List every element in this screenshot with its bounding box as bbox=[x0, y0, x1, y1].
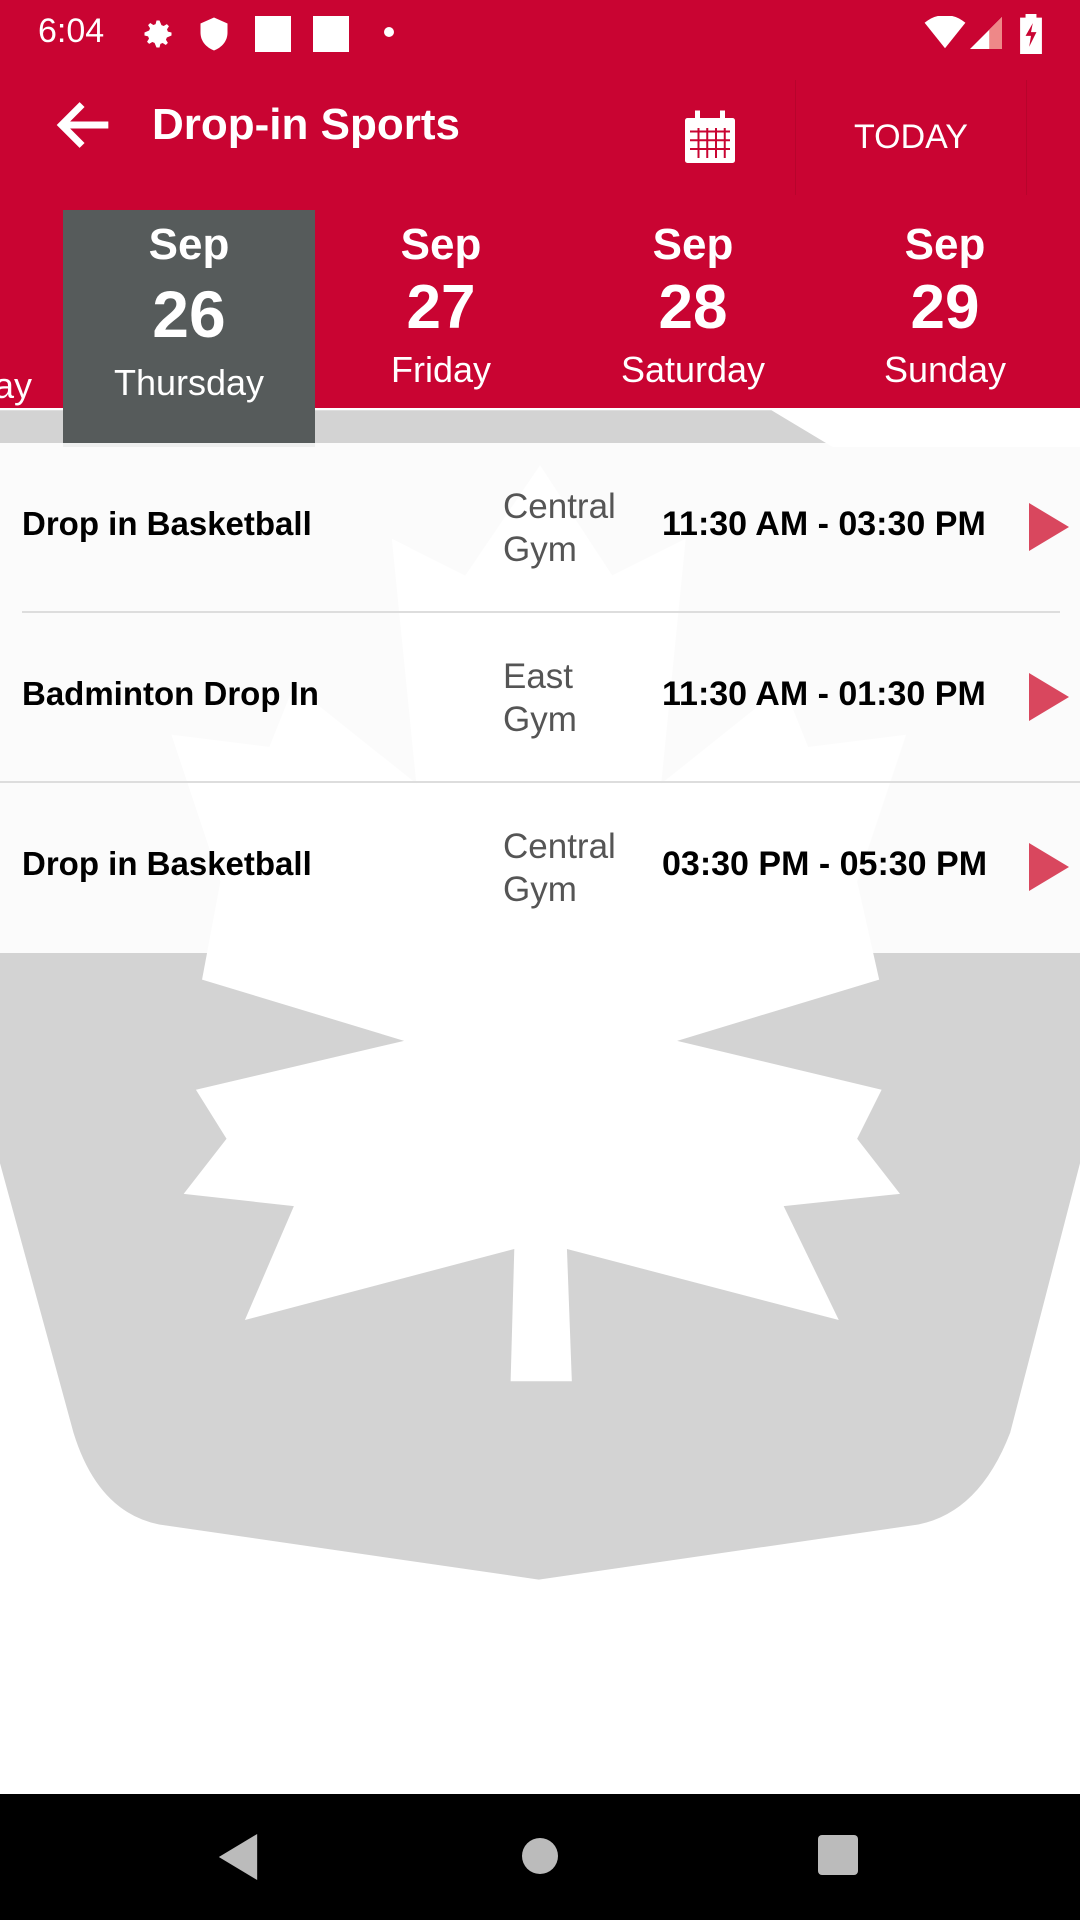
date-tile[interactable]: Sep 27 Friday bbox=[315, 205, 567, 408]
date-tile-selected[interactable]: Sep 26 Thursday bbox=[63, 210, 315, 447]
date-day: 28 bbox=[658, 273, 728, 342]
event-location: Central Gym bbox=[503, 485, 616, 571]
navigation-bar bbox=[0, 1794, 1080, 1920]
location-line: Gym bbox=[503, 700, 577, 739]
event-row[interactable]: Drop in Basketball Central Gym 11:30 AM -… bbox=[0, 443, 1080, 613]
location-line: Gym bbox=[503, 530, 577, 569]
status-time: 6:04 bbox=[38, 12, 105, 50]
location-line: East bbox=[503, 657, 574, 696]
event-location: East Gym bbox=[503, 655, 577, 741]
date-day: 27 bbox=[406, 273, 476, 342]
home-nav-icon[interactable] bbox=[520, 1834, 560, 1878]
signal-icon bbox=[970, 17, 1002, 49]
gear-icon bbox=[144, 20, 172, 48]
battery-charging-icon bbox=[1020, 14, 1042, 54]
date-weekday: Sunday bbox=[883, 349, 1007, 390]
recreation-app-icon bbox=[313, 16, 349, 52]
event-list: Drop in Basketball Central Gym 11:30 AM -… bbox=[0, 443, 1080, 953]
event-time: 03:30 PM - 05:30 PM bbox=[662, 845, 988, 883]
date-tile[interactable]: Sep 29 Sunday bbox=[819, 205, 1071, 408]
date-weekday: Thursday bbox=[113, 362, 265, 403]
status-bar: 6:04 bbox=[0, 0, 1080, 70]
play-arrow-icon[interactable] bbox=[1028, 673, 1070, 721]
location-line: Central bbox=[503, 827, 616, 866]
recents-nav-icon[interactable] bbox=[818, 1834, 858, 1876]
date-tile[interactable]: Sep 28 Saturday bbox=[567, 205, 819, 408]
urec-app-icon bbox=[255, 16, 291, 52]
event-time: 11:30 AM - 03:30 PM bbox=[662, 505, 986, 543]
arrow-left-icon[interactable] bbox=[50, 90, 120, 160]
date-month: Sep bbox=[400, 220, 482, 269]
event-location: Central Gym bbox=[503, 825, 616, 911]
play-arrow-icon[interactable] bbox=[1028, 843, 1070, 891]
event-name: Drop in Basketball bbox=[22, 845, 312, 882]
today-button[interactable]: TODAY bbox=[795, 80, 1027, 195]
date-weekday: Friday bbox=[390, 349, 492, 390]
date-day: 26 bbox=[152, 277, 226, 351]
date-weekday: Saturday bbox=[620, 349, 766, 390]
location-line: Central bbox=[503, 487, 616, 526]
calendar-icon[interactable] bbox=[680, 108, 740, 168]
date-strip: ay Sep 26 Thursday Sep 27 Friday Sep 28 … bbox=[0, 205, 1080, 447]
date-month: Sep bbox=[652, 220, 734, 269]
dot-icon bbox=[384, 27, 394, 37]
event-time: 11:30 AM - 01:30 PM bbox=[662, 675, 986, 713]
event-name: Badminton Drop In bbox=[22, 675, 319, 712]
toolbar: Drop-in Sports TODAY bbox=[0, 70, 1080, 210]
play-arrow-icon[interactable] bbox=[1028, 503, 1070, 551]
location-line: Gym bbox=[503, 870, 577, 909]
wifi-icon bbox=[924, 16, 966, 49]
date-partial-label[interactable]: ay bbox=[0, 365, 32, 407]
date-month: Sep bbox=[904, 220, 986, 269]
event-name: Drop in Basketball bbox=[22, 505, 312, 542]
back-nav-icon[interactable] bbox=[218, 1834, 258, 1880]
page-title: Drop-in Sports bbox=[152, 100, 460, 149]
date-month: Sep bbox=[148, 220, 230, 269]
date-day: 29 bbox=[910, 273, 980, 342]
event-row[interactable]: Drop in Basketball Central Gym 03:30 PM -… bbox=[0, 783, 1080, 953]
shield-icon bbox=[200, 17, 228, 51]
event-row[interactable]: Badminton Drop In East Gym 11:30 AM - 01:… bbox=[0, 613, 1080, 783]
